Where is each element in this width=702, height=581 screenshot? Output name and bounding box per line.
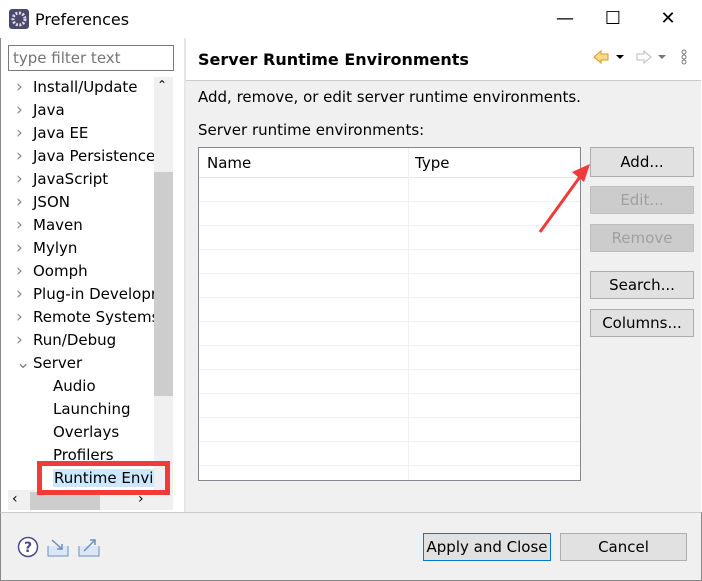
- chevron-right-icon[interactable]: ›: [16, 192, 33, 212]
- view-menu-icon[interactable]: [681, 49, 687, 65]
- tree-item[interactable]: › JavaScript: [16, 168, 108, 190]
- forward-arrow-icon[interactable]: [636, 49, 652, 65]
- tree-item[interactable]: › Java EE: [16, 122, 88, 144]
- page-description: Add, remove, or edit server runtime envi…: [198, 88, 581, 106]
- columns-button[interactable]: Columns...: [590, 309, 694, 337]
- history-nav: [593, 49, 687, 65]
- tree-item[interactable]: › Java: [16, 99, 65, 121]
- scroll-up-icon[interactable]: ⌃: [157, 78, 167, 92]
- tree-item[interactable]: › Install/Update: [16, 76, 138, 98]
- tree-item[interactable]: › JSON: [16, 191, 70, 213]
- table-row[interactable]: [199, 274, 580, 298]
- chevron-right-icon[interactable]: ›: [16, 100, 33, 120]
- table-row[interactable]: [199, 202, 580, 226]
- tree-item[interactable]: › Mylyn: [16, 237, 77, 259]
- edit-button[interactable]: Edit...: [590, 186, 694, 214]
- chevron-right-icon[interactable]: ›: [16, 215, 33, 235]
- remove-button[interactable]: Remove: [590, 224, 694, 252]
- forward-dropdown-icon[interactable]: [658, 55, 666, 59]
- tree-item-label: Audio: [53, 377, 96, 395]
- import-icon[interactable]: [47, 539, 69, 557]
- tree-item[interactable]: › Plug-in Developr: [16, 283, 157, 305]
- tree-item[interactable]: › Run/Debug: [16, 329, 116, 351]
- table-row[interactable]: [199, 250, 580, 274]
- column-header-name[interactable]: Name: [207, 154, 251, 172]
- tree-item-label: JavaScript: [33, 170, 109, 188]
- tree-item[interactable]: › Oomph: [16, 260, 88, 282]
- runtime-environments-table[interactable]: Name Type: [198, 147, 581, 481]
- back-dropdown-icon[interactable]: [616, 55, 624, 59]
- tree-item-label: Overlays: [53, 423, 120, 441]
- window-title: Preferences: [35, 10, 130, 29]
- chevron-right-icon[interactable]: ›: [16, 169, 33, 189]
- chevron-right-icon[interactable]: ›: [16, 284, 33, 304]
- cancel-button[interactable]: Cancel: [560, 533, 687, 561]
- back-arrow-icon[interactable]: [593, 49, 609, 65]
- table-row[interactable]: [199, 298, 580, 322]
- tree-item[interactable]: Overlays: [53, 421, 119, 443]
- list-label: Server runtime environments:: [198, 121, 425, 139]
- table-row[interactable]: [199, 322, 580, 346]
- table-header: [199, 148, 580, 178]
- tree-item-label: Launching: [53, 400, 131, 418]
- chevron-right-icon[interactable]: ›: [16, 238, 33, 258]
- table-row[interactable]: [199, 442, 580, 466]
- chevron-right-icon[interactable]: ›: [16, 146, 33, 166]
- help-icon[interactable]: ?: [17, 536, 39, 558]
- tree-item-label: Run/Debug: [33, 331, 117, 349]
- svg-text:?: ?: [24, 540, 32, 556]
- tree-item-label: Install/Update: [33, 78, 138, 96]
- tree-item[interactable]: Launching: [53, 398, 131, 420]
- tree-item-label: Plug-in Developr: [33, 285, 158, 303]
- filter-input[interactable]: [8, 45, 174, 71]
- chevron-right-icon[interactable]: ›: [16, 261, 33, 281]
- table-row[interactable]: [199, 226, 580, 250]
- table-row[interactable]: [199, 418, 580, 442]
- tree-item[interactable]: Audio: [53, 375, 96, 397]
- table-row[interactable]: [199, 370, 580, 394]
- chevron-right-icon[interactable]: ›: [16, 77, 33, 97]
- table-row[interactable]: [199, 178, 580, 202]
- tree-item-label: Java: [33, 101, 65, 119]
- tree-item-label: Remote Systems: [33, 308, 160, 326]
- scroll-left-icon[interactable]: ‹: [12, 491, 18, 507]
- vertical-scroll-thumb[interactable]: [154, 172, 173, 396]
- chevron-right-icon[interactable]: ›: [16, 307, 33, 327]
- close-button[interactable]: ✕: [645, 4, 691, 34]
- eclipse-app-icon: [9, 9, 29, 29]
- tree-item[interactable]: ⌄ Server: [16, 352, 82, 374]
- tree-item-label: Mylyn: [33, 239, 78, 257]
- chevron-right-icon[interactable]: ›: [16, 123, 33, 143]
- table-row[interactable]: [199, 346, 580, 370]
- add-button[interactable]: Add...: [590, 147, 694, 177]
- annotation-highlight-box: [37, 461, 170, 495]
- search-button[interactable]: Search...: [590, 271, 694, 299]
- tree-item[interactable]: › Java Persistence: [16, 145, 155, 167]
- column-header-type[interactable]: Type: [415, 154, 449, 172]
- annotation-arrow: [538, 164, 590, 233]
- chevron-right-icon[interactable]: ›: [16, 330, 33, 350]
- footer-icons: ?: [17, 536, 100, 558]
- tree-item-label: Server: [33, 354, 83, 372]
- chevron-down-icon[interactable]: ⌄: [16, 353, 33, 373]
- tree-item-label: Oomph: [33, 262, 88, 280]
- page-title: Server Runtime Environments: [198, 50, 469, 69]
- maximize-button[interactable]: ☐: [590, 4, 636, 34]
- table-row[interactable]: [199, 466, 580, 480]
- tree-item[interactable]: › Maven: [16, 214, 83, 236]
- export-icon[interactable]: [78, 539, 100, 557]
- tree-item-label: Java Persistence: [33, 147, 156, 165]
- tree-item-label: JSON: [33, 193, 70, 211]
- tree-item-label: Java EE: [33, 124, 89, 142]
- table-row[interactable]: [199, 394, 580, 418]
- apply-and-close-button[interactable]: Apply and Close: [423, 533, 551, 561]
- minimize-button[interactable]: —: [542, 4, 588, 34]
- tree-item-label: Maven: [33, 216, 83, 234]
- tree-item[interactable]: › Remote Systems: [16, 306, 159, 328]
